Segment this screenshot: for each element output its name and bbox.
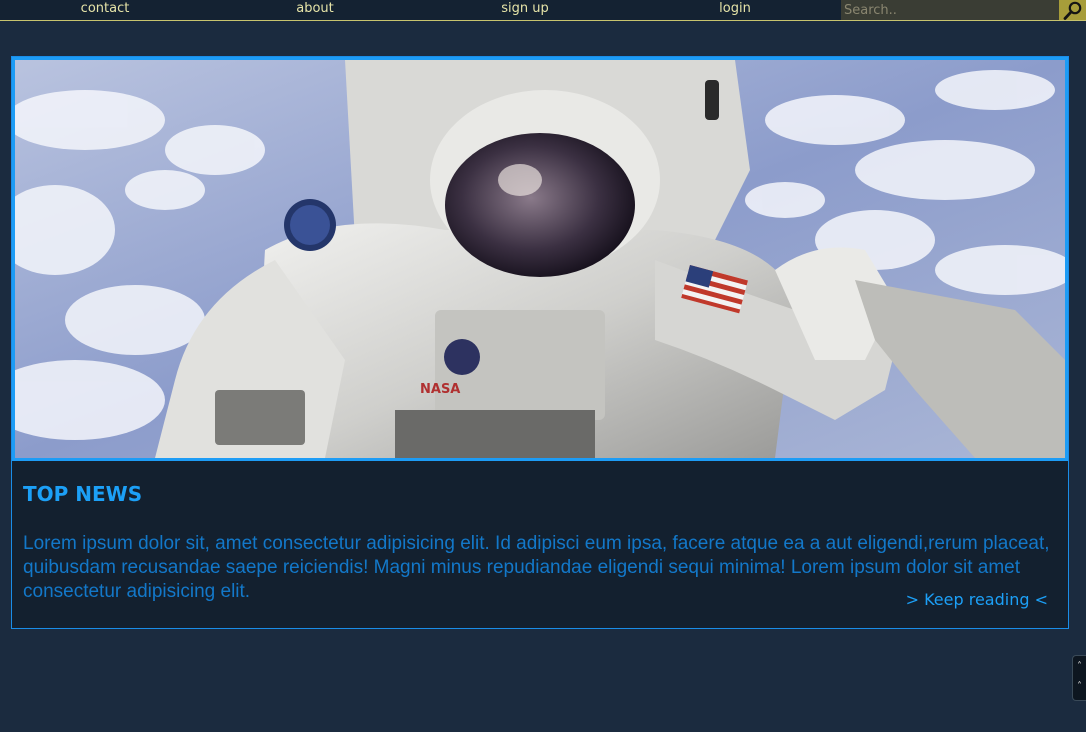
news-card: NASA TOP NEWS Lorem ipsum dolor sit, ame… <box>11 56 1069 629</box>
nav-link-sign-up[interactable]: sign up <box>420 0 630 20</box>
keep-reading-link[interactable]: > Keep reading < <box>906 590 1048 609</box>
nav-links: contact about sign up login <box>0 0 840 20</box>
search-button[interactable] <box>1059 0 1086 20</box>
top-navbar: contact about sign up login <box>0 0 1086 21</box>
astronaut-image: NASA <box>15 60 1065 458</box>
nav-link-about[interactable]: about <box>210 0 420 20</box>
news-body: Lorem ipsum dolor sit, amet consectetur … <box>23 533 1050 602</box>
nav-link-contact[interactable]: contact <box>0 0 210 20</box>
scroll-widget: ˄ ˄ <box>1072 655 1086 701</box>
search-icon <box>1063 1 1082 20</box>
search-input[interactable] <box>841 0 1059 20</box>
news-title: TOP NEWS <box>23 482 143 506</box>
nasa-patch-text: NASA <box>420 382 460 397</box>
scroll-top-icon[interactable]: ˄ <box>1073 677 1086 697</box>
nav-link-login[interactable]: login <box>630 0 840 20</box>
hero-image-astronaut: NASA <box>12 57 1068 461</box>
scroll-up-icon[interactable]: ˄ <box>1073 657 1086 677</box>
